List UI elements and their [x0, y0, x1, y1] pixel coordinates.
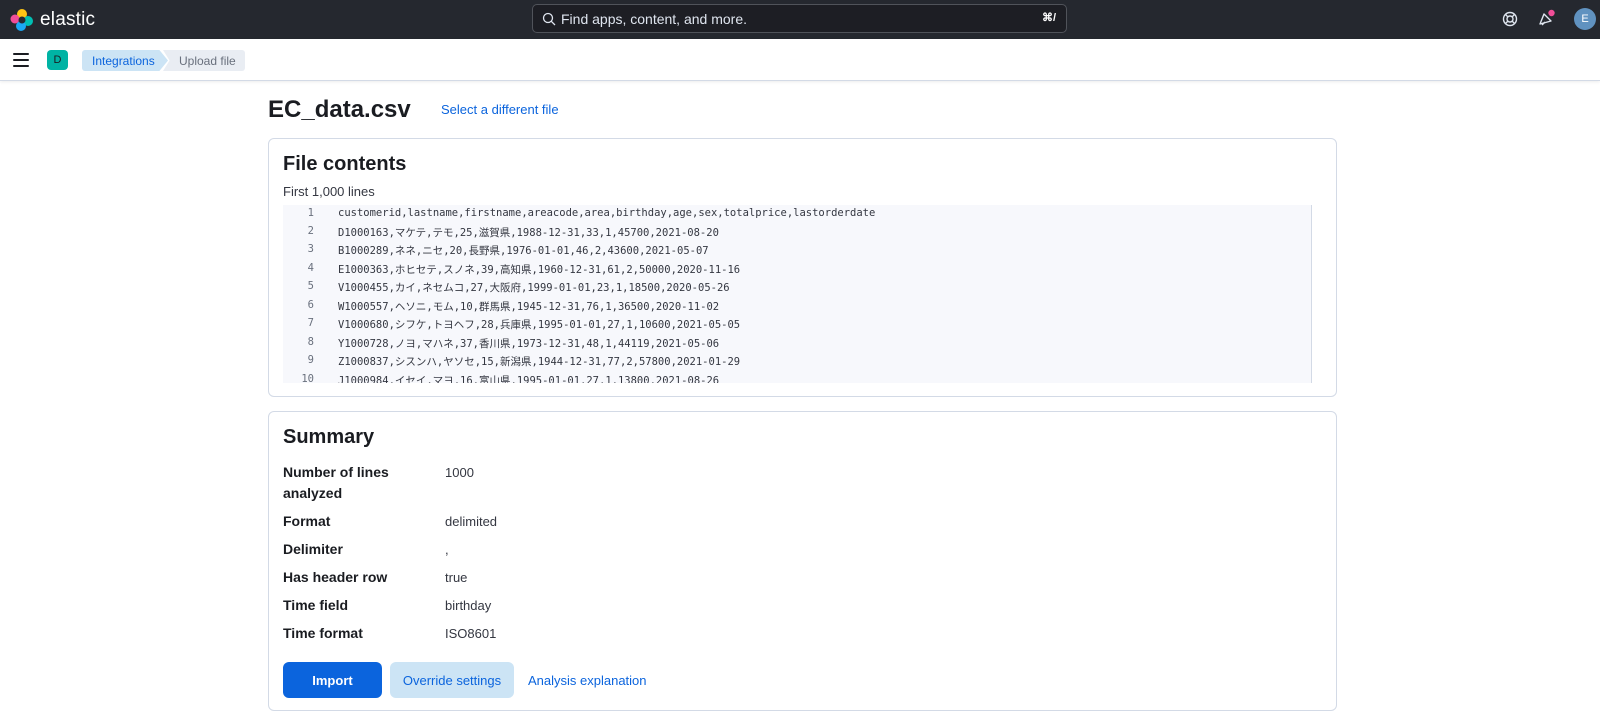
code-line: 7 V1000680,シフケ,トヨヘフ,28,兵庫県,1995-01-01,27,…: [307, 317, 741, 331]
top-header: elastic ⌘/ E: [0, 0, 1600, 39]
import-button[interactable]: Import: [283, 662, 382, 698]
override-settings-button[interactable]: Override settings: [390, 662, 514, 698]
summary-title: Summary: [283, 426, 375, 448]
code-line: 9 Z1000837,シスンハ,ヤソセ,15,新潟県,1944-12-31,77,…: [307, 354, 741, 368]
file-contents-subtitle: First 1,000 lines: [283, 184, 375, 199]
summary-value: birthday: [445, 598, 492, 613]
brand-name: elastic: [40, 8, 96, 30]
search-input[interactable]: [561, 7, 1001, 31]
menu-icon[interactable]: [13, 53, 29, 67]
code-line: 5 V1000455,カイ,ネセムコ,27,大阪府,1999-01-01,23,1…: [307, 280, 730, 294]
summary-label: Has header row: [283, 569, 388, 585]
summary-value: true: [445, 570, 468, 585]
summary-label: Format: [283, 513, 331, 529]
user-avatar[interactable]: E: [1574, 8, 1596, 30]
global-search[interactable]: ⌘/: [532, 4, 1067, 33]
space-avatar[interactable]: D: [47, 50, 68, 70]
summary-label: Number of lines analyzed: [283, 464, 389, 501]
code-line: 3 B1000289,ネネ,ニセ,20,長野県,1976-01-01,46,2,4…: [307, 243, 709, 257]
code-line: 6 W1000557,ヘソニ,モム,10,群馬県,1945-12-31,76,1,…: [307, 299, 720, 313]
summary-value: ,: [445, 542, 449, 557]
code-line: 2 D1000163,マケテ,テモ,25,滋賀県,1988-12-31,33,1,…: [307, 225, 719, 239]
summary-value: 1000: [445, 465, 474, 480]
elastic-logo-icon: [10, 8, 33, 31]
breadcrumb-bar: D Integrations Upload file: [0, 39, 1600, 81]
file-contents-panel: File contents First 1,000 lines 1 custome…: [268, 138, 1337, 397]
file-contents-code-block[interactable]: 1 customerid,lastname,firstname,areacode,…: [283, 205, 1312, 383]
code-line: 1 customerid,lastname,firstname,areacode,…: [307, 207, 876, 219]
page-title: EC_data.csv: [268, 96, 411, 123]
summary-label: Time field: [283, 597, 349, 613]
notification-dot: [1548, 9, 1555, 17]
code-line: 4 E1000363,ホヒセテ,スノネ,39,高知県,1960-12-31,61,…: [307, 262, 741, 276]
elastic-logo[interactable]: elastic: [10, 7, 95, 32]
breadcrumb-integrations[interactable]: Integrations: [82, 50, 168, 71]
help-icon[interactable]: [1500, 9, 1520, 29]
search-shortcut: ⌘/: [1041, 12, 1056, 24]
breadcrumb-upload-file: Upload file: [163, 50, 245, 71]
summary-value: delimited: [445, 514, 498, 529]
code-line: 8 Y1000728,ノヨ,マハネ,37,香川県,1973-12-31,48,1,…: [307, 336, 720, 350]
summary-value: ISO8601: [445, 626, 497, 641]
summary-label: Delimiter: [283, 541, 343, 557]
analysis-explanation-link[interactable]: Analysis explanation: [528, 673, 647, 688]
news-feed-icon[interactable]: [1536, 9, 1556, 29]
code-line: 10 J1000984,イセイ,マヨ,16,富山県,1995-01-01,27,1…: [301, 373, 720, 383]
summary-label: Time format: [283, 625, 363, 641]
search-icon: [542, 12, 556, 26]
summary-panel: Summary Number of lines analyzed 1000 Fo…: [268, 411, 1337, 711]
select-different-file-link[interactable]: Select a different file: [441, 102, 559, 117]
file-contents-title: File contents: [283, 153, 407, 175]
